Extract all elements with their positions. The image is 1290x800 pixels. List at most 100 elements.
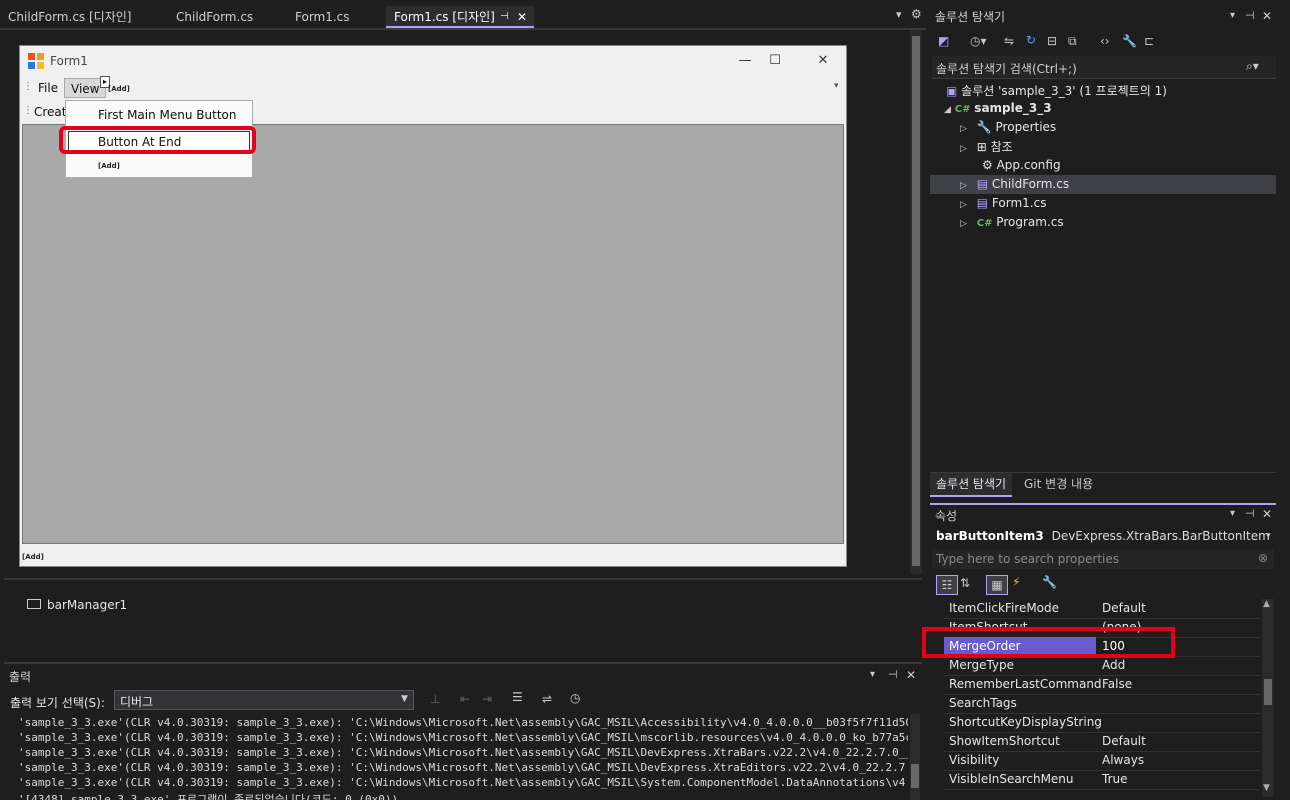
dropdown-add-item[interactable]: [Add] [98,162,120,170]
drag-handle-icon[interactable]: ⋮ [23,105,33,116]
scroll-down-icon[interactable]: ▼ [1263,783,1270,793]
pin-icon[interactable]: ⊣ [1245,9,1255,22]
tab-overflow-icon[interactable]: ▾ [896,8,902,21]
designer-scrollbar[interactable] [910,30,922,574]
tray-component-barmanager[interactable]: barManager1 [47,598,127,612]
property-grid-scrollbar[interactable]: ▲ ▼ [1262,599,1274,797]
properties-view-icon[interactable]: ▦ [986,575,1008,595]
property-row[interactable]: SearchTags [944,694,1260,714]
history-icon[interactable]: ◷▾ [970,34,987,48]
output-text-area[interactable]: 'sample_3_3.exe'(CLR v4.0.30319: sample_… [4,714,908,800]
property-row[interactable]: Visibility Always [944,751,1260,771]
solution-search[interactable]: 솔루션 탐색기 검색(Ctrl+;) ⌕▾ [932,56,1276,79]
search-icon[interactable]: ⌕▾ [1246,59,1259,74]
tree-project[interactable]: ◢ C# sample_3_3 [944,101,1052,115]
tab-form1-code[interactable]: Form1.cs [287,6,383,28]
property-value[interactable]: False [1102,677,1132,691]
pin-icon[interactable]: ⊣ [500,6,509,26]
sync-icon[interactable]: ⇋ [1004,34,1014,48]
property-row[interactable]: MergeType Add [944,656,1260,676]
object-name: barButtonItem3 [936,529,1044,543]
tab-form1-designer[interactable]: Form1.cs [디자인] ⊣ ✕ [386,6,534,28]
clear-search-icon[interactable]: ⊗ [1258,551,1268,565]
tree-solution[interactable]: ▣ 솔루션 'sample_3_3' (1 프로젝트의 1) [946,82,1167,99]
object-selector[interactable]: barButtonItem3 DevExpress.XtraBars.BarBu… [936,529,1274,549]
form-client-area[interactable] [22,124,844,544]
property-row[interactable]: VisibleInSearchMenu True [944,770,1260,790]
menu-add-item[interactable]: [Add] [108,85,130,93]
vs-switch-view-icon[interactable]: ◩ [938,34,949,48]
clock-icon[interactable]: ◷ [570,691,580,705]
chevron-down-icon[interactable]: ▾ [870,669,875,680]
chevron-down-icon[interactable]: ▾ [1230,508,1235,519]
scroll-thumb[interactable] [1264,679,1272,705]
property-value[interactable]: Default [1102,734,1146,748]
scroll-up-icon[interactable]: ▲ [1263,599,1270,609]
property-value[interactable]: True [1102,772,1128,786]
property-row[interactable]: RememberLastCommand False [944,675,1260,695]
find-message-icon[interactable]: ⊥ [430,692,440,706]
property-search[interactable]: Type here to search properties ⊗ [932,549,1274,569]
alphabetical-icon[interactable]: ⇅ [960,576,970,590]
tree-item-label: Program.cs [996,215,1064,229]
tree-item-properties[interactable]: ▷ 🔧 Properties [960,120,1056,134]
close-icon[interactable]: ✕ [1262,507,1272,521]
output-source-select[interactable]: 디버그 ▼ [114,690,414,710]
chevron-right-icon[interactable]: ▷ [960,124,967,134]
tab-childform-designer[interactable]: ChildForm.cs [디자인] [0,6,160,28]
word-wrap-icon[interactable]: ⇌ [542,692,552,706]
tree-item-form1[interactable]: ▷ ▤ Form1.cs [960,196,1046,210]
tab-git-changes[interactable]: Git 변경 내용 [1018,473,1099,495]
events-icon[interactable]: ⚡ [1012,575,1020,589]
property-value[interactable]: Default [1102,601,1146,615]
status-add-item[interactable]: [Add] [22,553,44,561]
output-scrollbar[interactable] [910,714,920,800]
chevron-right-icon[interactable]: ▷ [960,200,967,210]
chevron-right-icon[interactable]: ▷ [960,181,967,191]
tab-childform-code[interactable]: ChildForm.cs [168,6,280,28]
previous-message-icon[interactable]: ⇤ [460,692,470,706]
minimize-icon[interactable]: — [732,52,758,70]
close-icon[interactable]: ✕ [517,6,527,26]
tree-item-program[interactable]: ▷ C# Program.cs [960,215,1064,229]
menu-file[interactable]: File [32,78,64,98]
tab-solution-explorer[interactable]: 솔루션 탐색기 [930,473,1013,497]
form-app-icon [28,53,44,69]
categorized-icon[interactable]: ☷ [936,575,958,595]
form1-window[interactable]: Form1 — ☐ ✕ ⋮ File View ▸ [Add] ▾ ⋮ Crea… [19,45,847,567]
property-row[interactable]: ShowItemShortcut Default [944,732,1260,752]
chevron-right-icon[interactable]: ▷ [960,144,967,154]
tree-item-references[interactable]: ▷ ⊞ 참조 [960,138,1013,155]
property-row[interactable]: ItemClickFireMode Default [944,599,1260,619]
refresh-icon[interactable]: ↻ [1026,33,1036,47]
next-message-icon[interactable]: ⇥ [482,692,492,706]
expand-arrow-icon[interactable]: ◢ [944,105,951,115]
tree-item-childform[interactable]: ▷ ▤ ChildForm.cs [960,177,1069,191]
close-icon[interactable]: ✕ [810,52,836,70]
scroll-thumb[interactable] [912,36,920,566]
preview-icon[interactable]: ⊏ [1144,34,1154,48]
property-row[interactable]: ShortcutKeyDisplayString [944,713,1260,733]
property-name: ItemClickFireMode [949,601,1060,615]
close-icon[interactable]: ✕ [1262,9,1272,23]
show-all-files-icon[interactable]: ⧉ [1068,34,1077,49]
pin-icon[interactable]: ⊣ [888,668,898,681]
property-value[interactable]: Add [1102,658,1125,672]
property-pages-icon[interactable]: 🔧 [1042,575,1057,589]
maximize-icon[interactable]: ☐ [762,52,788,70]
code-view-icon[interactable]: ‹› [1100,34,1110,48]
wrench-icon[interactable]: 🔧 [1122,34,1137,48]
property-value[interactable]: Always [1102,753,1144,767]
pin-icon[interactable]: ⊣ [1245,507,1255,520]
customize-dropdown-icon[interactable]: ▾ [834,81,839,91]
close-icon[interactable]: ✕ [906,668,916,682]
chevron-right-icon[interactable]: ▷ [960,219,967,229]
collapse-all-icon[interactable]: ⊟ [1047,34,1057,48]
gear-icon[interactable]: ⚙ [911,7,922,21]
scroll-thumb[interactable] [911,764,919,788]
toolbar-create-button[interactable]: Creat [34,105,67,119]
dropdown-item-first-main-menu-button[interactable]: First Main Menu Button [98,108,237,122]
tree-item-app-config[interactable]: ⚙ App.config [982,158,1061,172]
chevron-down-icon[interactable]: ▾ [1230,10,1235,21]
clear-all-icon[interactable]: ☰ [512,690,523,704]
